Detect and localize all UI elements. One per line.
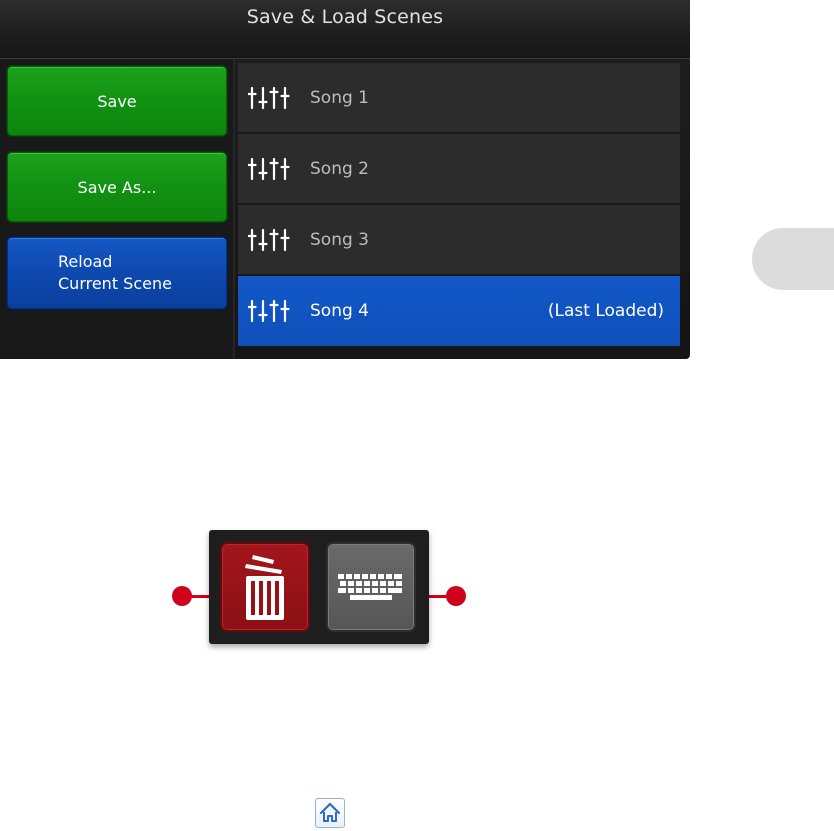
scene-name: Song 3 <box>310 229 369 250</box>
scene-row-1[interactable]: Song 1 <box>238 63 680 133</box>
scene-row-2[interactable]: Song 2 <box>238 134 680 204</box>
scene-name: Song 2 <box>310 158 369 179</box>
reload-label-line1: Reload <box>58 252 113 271</box>
trash-icon <box>245 555 284 620</box>
panel-header: Save & Load Scenes <box>0 0 690 59</box>
delete-button[interactable] <box>220 542 310 632</box>
home-link[interactable] <box>315 798 345 828</box>
last-loaded-badge: (Last Loaded) <box>547 301 664 321</box>
scene-row-4-selected[interactable]: Song 4 (Last Loaded) <box>238 276 680 346</box>
home-icon <box>319 802 341 822</box>
scene-name: Song 1 <box>310 87 369 108</box>
mixer-faders-icon <box>248 86 290 109</box>
save-button[interactable]: Save <box>7 66 227 136</box>
mixer-faders-icon <box>248 157 290 180</box>
callout-dot-left <box>172 586 192 606</box>
keyboard-icon <box>338 574 402 600</box>
reload-current-scene-button[interactable]: Reload Current Scene <box>7 237 227 309</box>
scene-name: Song 4 <box>310 301 369 321</box>
scene-row-3[interactable]: Song 3 <box>238 205 680 275</box>
scene-list: Song 1 Song 2 Song 3 Song 4 (Last Loaded… <box>238 63 680 348</box>
mixer-faders-icon <box>248 299 290 323</box>
save-button-label: Save <box>97 91 137 111</box>
callout-dot-right <box>446 586 466 606</box>
keyboard-button[interactable] <box>326 542 416 632</box>
panel-title: Save & Load Scenes <box>246 6 444 28</box>
actions-column: Save Save As... Reload Current Scene <box>0 60 235 359</box>
mixer-faders-icon <box>248 228 290 251</box>
save-as-button[interactable]: Save As... <box>7 152 227 222</box>
scenes-panel: Save & Load Scenes Save Save As... Reloa… <box>0 0 690 359</box>
reload-label-line2: Current Scene <box>58 274 172 293</box>
tool-button-group <box>209 530 429 644</box>
save-as-button-label: Save As... <box>77 177 157 197</box>
side-tab <box>752 228 834 290</box>
